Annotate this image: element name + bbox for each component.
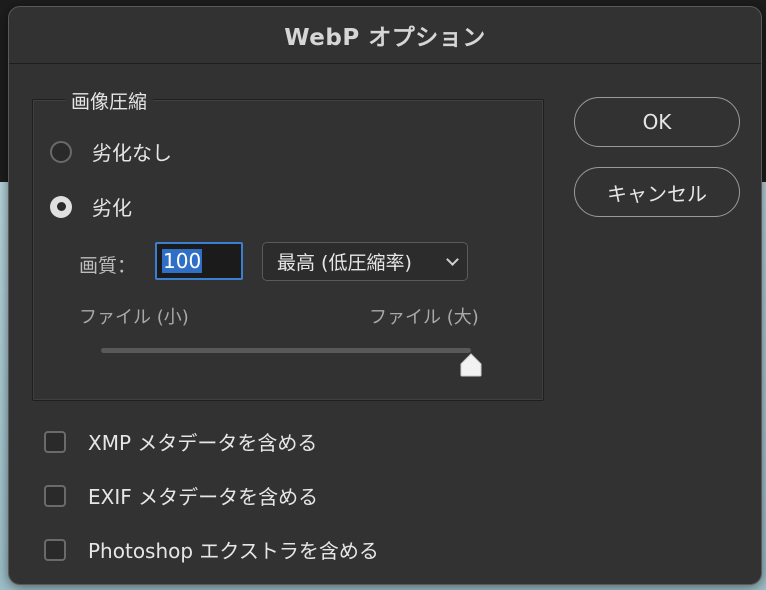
quality-slider-thumb[interactable] xyxy=(459,353,483,377)
webp-options-dialog: WebP オプション 画像圧縮 劣化なし 劣化 画質： 100 最高 (低圧縮率… xyxy=(8,6,762,585)
checkbox-row-xmp[interactable]: XMP メタデータを含める xyxy=(44,427,317,456)
checkbox-xmp[interactable] xyxy=(44,430,66,453)
quality-preset-value: 最高 (低圧縮率) xyxy=(277,252,412,274)
checkbox-row-photoshop-extras[interactable]: Photoshop エクストラを含める xyxy=(44,535,379,564)
radio-selected-dot xyxy=(56,202,66,211)
file-size-small-label: ファイル (小) xyxy=(79,307,189,328)
quality-label: 画質： xyxy=(79,255,137,277)
checkbox-exif-label[interactable]: EXIF メタデータを含める xyxy=(88,481,318,510)
quality-slider-track[interactable] xyxy=(101,348,471,353)
quality-input-value[interactable]: 100 xyxy=(162,249,203,273)
checkbox-row-exif[interactable]: EXIF メタデータを含める xyxy=(44,481,318,510)
ok-button[interactable]: OK xyxy=(574,97,740,147)
radio-lossy-label[interactable]: 劣化 xyxy=(92,192,132,221)
chevron-down-icon xyxy=(446,253,459,266)
radio-lossless[interactable]: 劣化なし xyxy=(50,137,172,166)
quality-input[interactable]: 100 xyxy=(155,242,243,280)
cancel-button[interactable]: キャンセル xyxy=(574,167,740,217)
radio-lossy[interactable]: 劣化 xyxy=(50,192,132,221)
quality-preset-select[interactable]: 最高 (低圧縮率) xyxy=(262,242,468,281)
dialog-titlebar[interactable]: WebP オプション xyxy=(9,7,761,64)
checkbox-photoshop-extras[interactable] xyxy=(44,538,66,561)
radio-lossless-button[interactable] xyxy=(50,140,72,163)
checkbox-photoshop-extras-label[interactable]: Photoshop エクストラを含める xyxy=(88,535,379,564)
checkbox-exif[interactable] xyxy=(44,484,66,507)
dialog-title: WebP オプション xyxy=(284,25,486,51)
radio-lossless-label[interactable]: 劣化なし xyxy=(92,137,172,166)
file-size-large-label: ファイル (大) xyxy=(369,307,479,328)
radio-lossy-button[interactable] xyxy=(50,195,72,218)
checkbox-xmp-label[interactable]: XMP メタデータを含める xyxy=(88,427,317,456)
compression-group-label: 画像圧縮 xyxy=(65,87,154,114)
